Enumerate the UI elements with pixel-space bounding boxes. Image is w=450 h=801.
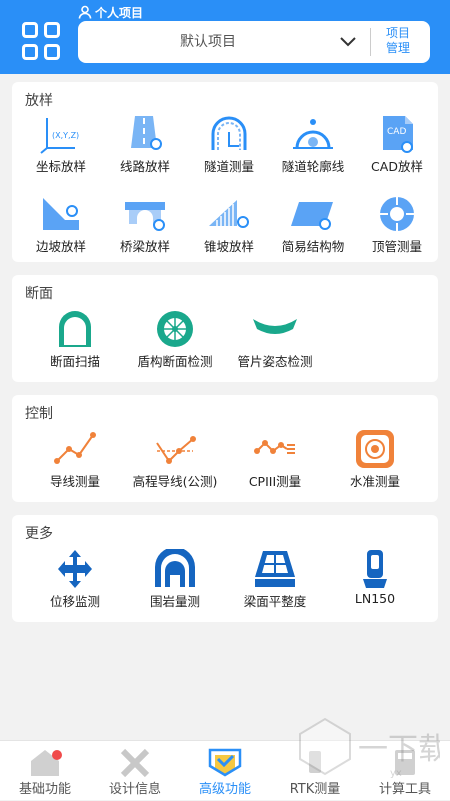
tool-label: CPIII测量 — [248, 474, 302, 489]
user-project-text: 个人项目 — [95, 5, 144, 20]
watermark-logo: 一下载 yx — [299, 717, 440, 779]
tool-label: CAD放样 — [371, 159, 423, 174]
tab-basic[interactable]: 基础功能 — [0, 741, 90, 801]
section-more: 更多 位移监测 围岩量测 梁面平整度 LN150 — [12, 515, 438, 622]
project-manage-line1: 项目 — [385, 26, 410, 40]
tool-label: 顶管测量 — [371, 239, 422, 254]
app-header: 个人项目 默认项目 项目 管理 — [0, 0, 450, 74]
tool-label: LN150 — [354, 591, 396, 606]
cad-icon-text: CAD — [387, 127, 406, 137]
section-control: 控制 导线测量 高程导线(公测) CPIII测量 水准测量 — [12, 395, 438, 502]
section-cross-section: 断面 断面扫描 盾构断面检测 管片姿态检测 — [12, 275, 438, 382]
watermark-text: 一下载 — [358, 732, 440, 767]
simple-structure-icon — [291, 202, 333, 230]
user-project-label: 个人项目 — [78, 3, 143, 21]
coordinate-icon-text: (X,Y,Z) — [52, 131, 79, 140]
cpiii-icon — [254, 440, 295, 454]
tool-pipe-jacking[interactable]: 顶管测量 — [354, 194, 440, 264]
advanced-icon — [208, 748, 242, 777]
tool-label: 盾构断面检测 — [137, 354, 213, 369]
cone-slope-icon — [209, 200, 249, 228]
tool-label: 断面扫描 — [49, 354, 100, 369]
project-name[interactable]: 默认项目 — [78, 21, 338, 63]
notification-badge — [52, 750, 62, 760]
tool-label: 管片姿态检测 — [237, 354, 313, 369]
tool-traverse[interactable]: 导线测量 — [32, 429, 118, 499]
tool-label: 导线测量 — [49, 474, 100, 489]
road-route-icon — [131, 116, 162, 150]
leveling-icon — [356, 430, 394, 468]
slope-icon — [43, 198, 79, 230]
home-icon — [31, 750, 62, 776]
tab-label: 高级功能 — [198, 782, 251, 797]
tool-label: 高程导线(公测) — [132, 474, 218, 489]
tool-displacement[interactable]: 位移监测 — [32, 549, 118, 619]
tunnel-measure-icon — [211, 116, 247, 150]
section-layout: 放样 (X,Y,Z) 坐标放样 线路放样 隧道测量 隧道轮廓线 CAD CAD放… — [12, 82, 438, 262]
shield-section-icon — [157, 311, 193, 347]
tab-label: 基础功能 — [18, 782, 71, 797]
elevation-traverse-icon — [156, 436, 196, 464]
tool-cad-layout[interactable]: CAD CAD放样 — [354, 114, 440, 184]
tool-beam-flatness[interactable]: 梁面平整度 — [232, 549, 318, 619]
menu-grid-icon[interactable] — [22, 22, 62, 62]
beam-flatness-icon — [255, 551, 295, 587]
divider — [370, 28, 371, 56]
tool-shield-section[interactable]: 盾构断面检测 — [132, 309, 218, 379]
tool-label: 水准测量 — [349, 474, 400, 489]
tool-segment-attitude[interactable]: 管片姿态检测 — [232, 309, 318, 379]
section-scan-icon — [59, 311, 91, 347]
tab-label: 设计信息 — [108, 782, 161, 797]
watermark-sub: yx — [390, 768, 402, 779]
surrounding-rock-icon — [155, 549, 195, 587]
tool-cpiii[interactable]: CPIII测量 — [232, 429, 318, 499]
displacement-icon — [58, 550, 92, 588]
segment-attitude-icon — [253, 319, 297, 334]
tool-ln150[interactable]: LN150 — [332, 549, 418, 619]
section-title: 控制 — [25, 406, 53, 422]
traverse-icon — [54, 432, 96, 464]
project-manage-button[interactable]: 项目 管理 — [376, 26, 420, 58]
ruler-pencil-icon — [120, 748, 150, 777]
project-selector[interactable]: 默认项目 项目 管理 — [78, 21, 430, 63]
tab-design-info[interactable]: 设计信息 — [90, 741, 180, 801]
section-title: 放样 — [25, 93, 53, 109]
section-title: 更多 — [25, 526, 53, 542]
pipe-jacking-icon — [378, 195, 416, 233]
coordinate-axes-icon: (X,Y,Z) — [40, 118, 79, 154]
tool-surrounding-rock[interactable]: 围岩量测 — [132, 549, 218, 619]
tool-label: 梁面平整度 — [243, 594, 307, 609]
tool-label: 围岩量测 — [149, 594, 200, 609]
user-icon — [78, 5, 92, 19]
tunnel-contour-icon — [293, 119, 333, 149]
tool-elevation-traverse[interactable]: 高程导线(公测) — [132, 429, 218, 499]
tool-leveling[interactable]: 水准测量 — [332, 429, 418, 499]
section-title: 断面 — [25, 286, 53, 302]
cad-file-icon: CAD — [383, 116, 413, 153]
bridge-icon — [125, 202, 165, 231]
chevron-down-icon[interactable] — [338, 33, 358, 51]
ln150-device-icon — [363, 550, 387, 588]
tool-label: 位移监测 — [49, 594, 100, 609]
project-manage-line2: 管理 — [385, 41, 410, 55]
tab-advanced[interactable]: 高级功能 — [180, 741, 270, 801]
tool-section-scan[interactable]: 断面扫描 — [32, 309, 118, 379]
